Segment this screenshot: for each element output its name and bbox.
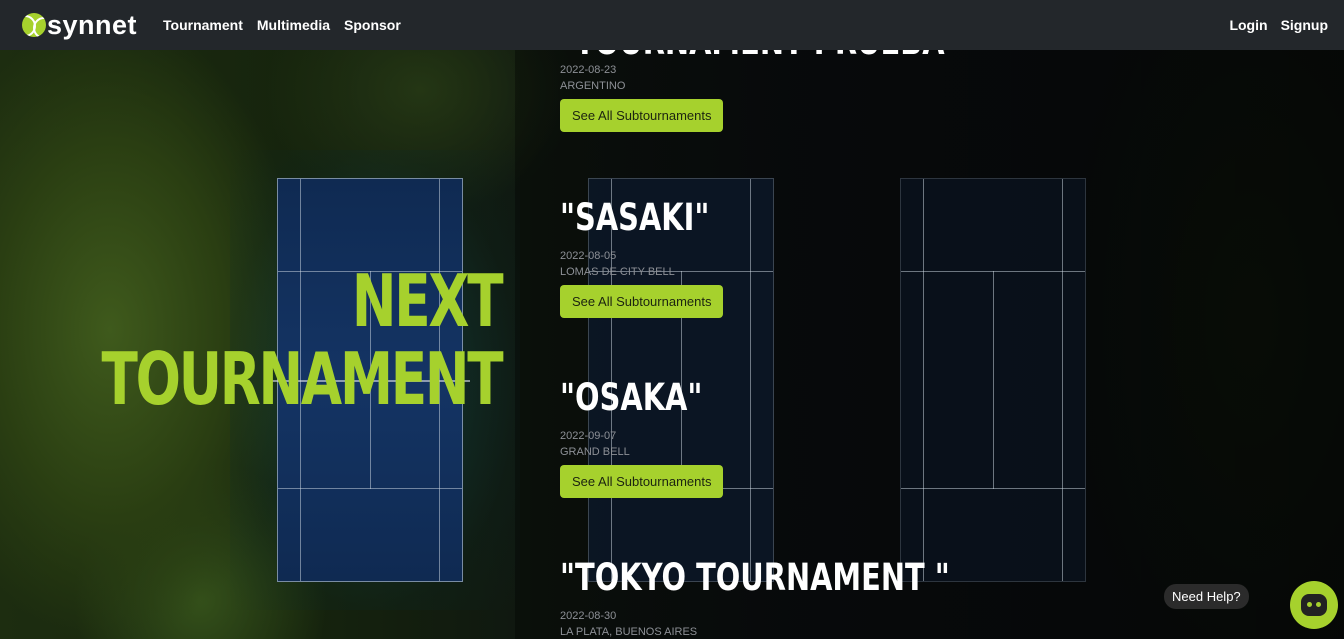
nav-links: Tournament Multimedia Sponsor xyxy=(163,17,401,33)
tournament-item: "OSAKA" 2022-09-07 GRAND BELL See All Su… xyxy=(560,378,743,498)
robot-icon xyxy=(1301,594,1327,616)
nav-link-multimedia[interactable]: Multimedia xyxy=(257,17,330,33)
tournament-name: "OSAKA" xyxy=(560,376,703,419)
hero-heading: NEXT TOURNAMENT xyxy=(0,259,503,421)
hero-line-1: NEXT xyxy=(351,259,503,343)
top-navbar: synnet Tournament Multimedia Sponsor Log… xyxy=(0,0,1344,50)
tournament-item: "TOKYO TOURNAMENT " 2022-08-30 LA PLATA,… xyxy=(560,558,1060,639)
tournament-name: "TOKYO TOURNAMENT " xyxy=(560,556,950,599)
nav-link-tournament[interactable]: Tournament xyxy=(163,17,243,33)
signup-link[interactable]: Signup xyxy=(1281,17,1328,33)
tournament-date: 2022-09-07 xyxy=(560,430,617,442)
tennis-court xyxy=(900,178,1086,582)
tennis-ball-icon xyxy=(22,13,46,37)
login-link[interactable]: Login xyxy=(1229,17,1267,33)
hero-line-2: TOURNAMENT xyxy=(101,337,503,421)
tournament-date: 2022-08-30 xyxy=(560,610,617,622)
tournament-location: ARGENTINO xyxy=(560,80,626,92)
brand-logo[interactable]: synnet xyxy=(22,0,137,50)
tournament-name: "SASAKI" xyxy=(560,196,710,239)
see-all-subtournaments-button[interactable]: See All Subtournaments xyxy=(560,99,724,132)
tournament-location: GRAND BELL xyxy=(560,446,630,458)
brand-name: synnet xyxy=(47,9,138,40)
chat-help-button[interactable] xyxy=(1290,581,1338,629)
tournament-date: 2022-08-23 xyxy=(560,64,617,76)
help-widget: Need Help? xyxy=(1164,579,1344,639)
auth-links: Login Signup xyxy=(1229,0,1328,50)
need-help-label[interactable]: Need Help? xyxy=(1164,584,1249,609)
tournament-date: 2022-08-05 xyxy=(560,250,617,262)
see-all-subtournaments-button[interactable]: See All Subtournaments xyxy=(560,285,724,318)
nav-link-sponsor[interactable]: Sponsor xyxy=(344,17,401,33)
tournament-location: LOMAS DE CITY BELL xyxy=(560,266,675,278)
see-all-subtournaments-button[interactable]: See All Subtournaments xyxy=(560,465,724,498)
tournament-location: LA PLATA, BUENOS AIRES xyxy=(560,626,698,638)
tournament-item: "SASAKI" 2022-08-05 LOMAS DE CITY BELL S… xyxy=(560,198,752,318)
